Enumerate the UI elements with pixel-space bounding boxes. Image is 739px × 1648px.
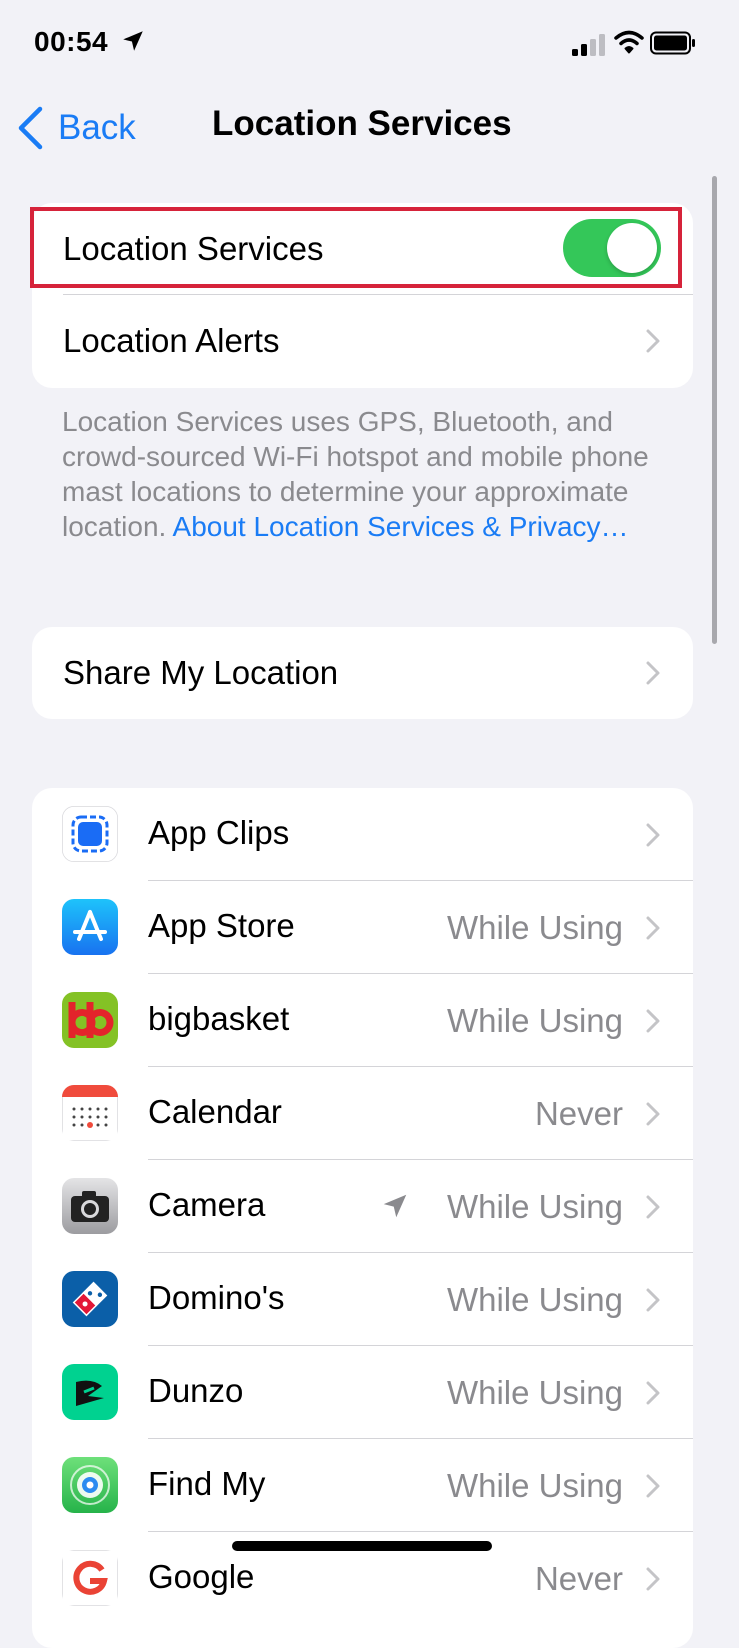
location-services-label: Location Services [63,230,324,267]
battery-icon [650,31,695,55]
location-services-row: Location Services [32,203,693,295]
home-indicator [232,1541,492,1551]
app-name: Dunzo [148,1372,244,1409]
location-alerts-row[interactable]: Location Alerts [32,295,693,387]
chevron-right-icon [646,1381,660,1405]
chevron-right-icon [646,1288,660,1312]
app-name: Calendar [148,1093,282,1130]
chevron-right-icon [646,1474,660,1498]
permission-value: While Using [446,1374,623,1411]
chevron-right-icon [646,661,660,685]
chevron-right-icon [646,1102,660,1126]
scrollbar[interactable] [712,176,717,644]
bigbasket-icon [62,992,118,1048]
permission-value: While Using [446,909,623,946]
share-my-location-label: Share My Location [63,654,339,691]
camera-icon [62,1178,118,1234]
page-title: Location Services [212,104,512,143]
app-clips-icon [62,806,118,862]
location-arrow-icon [383,1194,407,1218]
app-row-dunzo[interactable]: Dunzo While Using [32,1346,693,1439]
calendar-icon [62,1085,118,1141]
app-row-app-store[interactable]: App Store While Using [32,881,693,974]
chevron-right-icon [646,823,660,847]
app-name: Find My [148,1465,266,1502]
share-location-card: Share My Location [32,627,693,719]
app-name: App Store [148,907,295,944]
app-row-find-my[interactable]: Find My While Using [32,1439,693,1532]
status-time: 00:54 [34,26,109,57]
app-name: Camera [148,1186,266,1223]
signal-icon [572,34,605,56]
app-row-dominos[interactable]: Domino's While Using [32,1253,693,1346]
dunzo-icon [62,1364,118,1420]
chevron-right-icon [646,1195,660,1219]
dominos-icon [62,1271,118,1327]
wifi-icon [614,30,644,54]
app-row-calendar[interactable]: Calendar Never [32,1067,693,1160]
location-arrow-icon [123,31,143,51]
app-row-camera[interactable]: Camera While Using [32,1160,693,1253]
find-my-icon [62,1457,118,1513]
app-name: App Clips [148,814,290,851]
status-bar: 00:54 [0,0,739,90]
chevron-right-icon [646,1567,660,1591]
chevron-right-icon [646,1009,660,1033]
chevron-right-icon [646,916,660,940]
location-services-card: Location Services Location Alerts [32,203,693,388]
location-alerts-label: Location Alerts [63,322,280,359]
permission-value: Never [534,1560,623,1597]
back-label: Back [58,108,136,147]
google-icon [62,1550,118,1606]
app-store-icon [62,899,118,955]
app-name: Google [148,1558,255,1595]
back-button[interactable]: Back [16,103,136,153]
apps-list: App Clips App Store While Using bigbaske… [32,788,693,1648]
location-services-toggle[interactable] [563,219,661,277]
app-row-bigbasket[interactable]: bigbasket While Using [32,974,693,1067]
toggle-knob [607,223,657,273]
permission-value: While Using [446,1281,623,1318]
about-privacy-link[interactable]: About Location Services & Privacy… [173,511,629,542]
app-name: Domino's [148,1279,285,1316]
share-my-location-row[interactable]: Share My Location [32,627,693,719]
chevron-left-icon [18,106,43,150]
permission-value: While Using [446,1188,623,1225]
chevron-right-icon [646,329,660,353]
location-services-description: Location Services uses GPS, Bluetooth, a… [62,404,662,544]
app-row-app-clips[interactable]: App Clips [32,788,693,881]
permission-value: Never [534,1095,623,1132]
permission-value: While Using [446,1467,623,1504]
permission-value: While Using [446,1002,623,1039]
app-name: bigbasket [148,1000,290,1037]
